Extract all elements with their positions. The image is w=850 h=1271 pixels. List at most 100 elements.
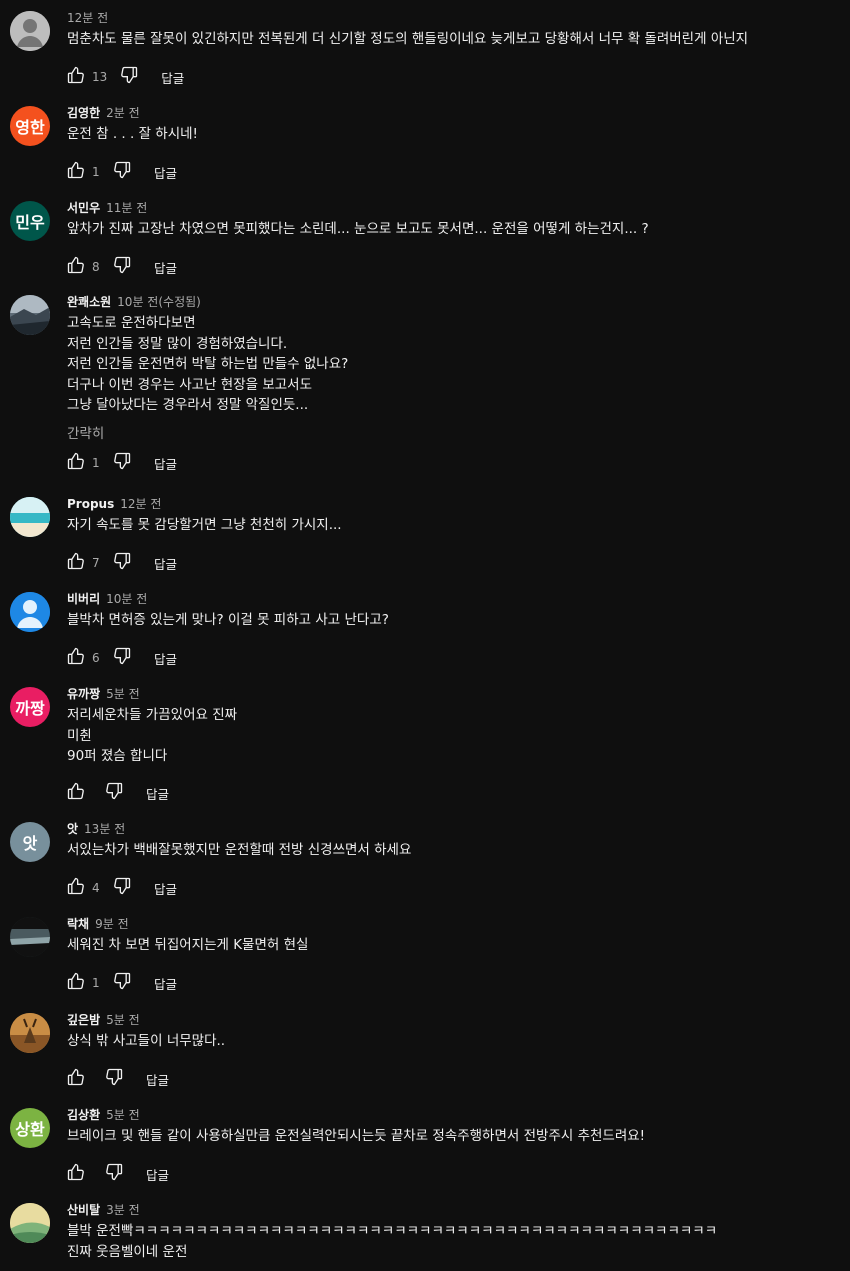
comment-header: 김영한 2분 전 [67, 104, 140, 121]
avatar[interactable] [10, 1203, 50, 1243]
dislike-button[interactable] [117, 65, 141, 89]
dislike-button[interactable] [102, 781, 126, 805]
comment-text-line: 블박 운전빡ㅋㅋㅋㅋㅋㅋㅋㅋㅋㅋㅋㅋㅋㅋㅋㅋㅋㅋㅋㅋㅋㅋㅋㅋㅋㅋㅋㅋㅋㅋㅋㅋㅋㅋ… [67, 1223, 718, 1239]
comment-header: 완쾌소원 10분 전(수정됨) [67, 293, 201, 310]
avatar[interactable] [10, 1013, 50, 1053]
comment-timestamp[interactable]: 11분 전 [106, 201, 147, 215]
thumbs-down-icon [104, 1162, 124, 1186]
comment-actions: 1 답글 [64, 451, 177, 475]
avatar[interactable]: 영한 [10, 106, 50, 146]
comment-timestamp[interactable]: 12분 전 [67, 11, 108, 25]
avatar[interactable]: 앗 [10, 822, 50, 862]
thumbs-up-icon [66, 876, 86, 900]
avatar[interactable]: 민우 [10, 201, 50, 241]
comment-timestamp[interactable]: 5분 전 [106, 1013, 140, 1027]
like-button[interactable] [64, 551, 88, 575]
comment-timestamp[interactable]: 9분 전 [95, 917, 129, 931]
author-name[interactable]: 깊은밤 [67, 1013, 100, 1027]
like-button[interactable] [64, 65, 88, 89]
dislike-button[interactable] [110, 160, 134, 184]
comment-timestamp[interactable]: 5분 전 [106, 687, 140, 701]
comment-text: 저리세운차들 가끔있어요 진짜 미췬 90퍼 졌슴 합니다 [67, 705, 237, 767]
like-button[interactable] [64, 876, 88, 900]
comment-actions: 1 답글 [64, 160, 177, 184]
author-name[interactable]: Propus [67, 497, 114, 511]
reply-button[interactable]: 답글 [154, 649, 177, 668]
comment-text-line: 더구나 이번 경우는 사고난 현장을 보고서도 [67, 376, 313, 393]
avatar[interactable]: 까짱 [10, 687, 50, 727]
author-name[interactable]: 비버리 [67, 592, 100, 606]
read-less-link[interactable]: 간략히 [67, 422, 104, 442]
dislike-button[interactable] [110, 451, 134, 475]
comment-timestamp[interactable]: 5분 전 [106, 1108, 140, 1122]
dislike-button[interactable] [102, 1162, 126, 1186]
thumbs-down-icon [112, 160, 132, 184]
comment-text: 블박차 면허증 있는게 맞나? 이걸 못 피하고 사고 난다고? [67, 610, 389, 631]
thumbs-down-icon [104, 781, 124, 805]
author-name[interactable]: 김영한 [67, 106, 100, 120]
comment-actions: 답글 [64, 781, 169, 805]
comment-text-line: 멈춘차도 물른 잘못이 있긴하지만 전복된게 더 신기할 정도의 핸들링이네요 … [67, 31, 749, 47]
reply-button[interactable]: 답글 [154, 163, 177, 182]
comment-timestamp[interactable]: 3분 전 [106, 1203, 140, 1217]
like-button[interactable] [64, 1162, 88, 1186]
avatar[interactable] [10, 11, 50, 51]
author-name[interactable]: 김상환 [67, 1108, 100, 1122]
comment-text-line: 미췬 [67, 727, 92, 744]
comment-header: 깊은밤 5분 전 [67, 1011, 140, 1028]
avatar[interactable] [10, 917, 50, 957]
comment-text-line: 서있는차가 백배잘못했지만 운전할때 전방 신경쓰면서 하세요 [67, 842, 412, 858]
like-button[interactable] [64, 451, 88, 475]
comment-actions: 4 답글 [64, 876, 177, 900]
thumbs-down-icon [112, 255, 132, 279]
like-count: 13 [92, 70, 108, 84]
author-name[interactable]: 락채 [67, 917, 89, 931]
comment-timestamp[interactable]: 13분 전 [84, 822, 125, 836]
avatar[interactable] [10, 592, 50, 632]
reply-button[interactable]: 답글 [146, 1165, 169, 1184]
comment-text: 상식 밖 사고들이 너무많다.. [67, 1031, 225, 1052]
comment-timestamp[interactable]: 10분 전 [117, 295, 158, 309]
avatar[interactable] [10, 497, 50, 537]
avatar-initials: 앗 [22, 834, 38, 853]
author-name[interactable]: 앗 [67, 822, 78, 836]
like-button[interactable] [64, 781, 88, 805]
reply-button[interactable]: 답글 [161, 68, 184, 87]
dislike-button[interactable] [110, 551, 134, 575]
like-button[interactable] [64, 646, 88, 670]
comment-text-line: 브레이크 및 핸들 같이 사용하실만큼 운전실력안되시는듯 끝차로 정속주행하면… [67, 1128, 646, 1144]
author-name[interactable]: 완쾌소원 [67, 295, 111, 309]
comment-header: 서민우 11분 전 [67, 199, 147, 216]
reply-button[interactable]: 답글 [154, 554, 177, 573]
comment-text: 멈춘차도 물른 잘못이 있긴하지만 전복된게 더 신기할 정도의 핸들링이네요 … [67, 29, 748, 50]
like-button[interactable] [64, 1067, 88, 1091]
reply-button[interactable]: 답글 [146, 1070, 169, 1089]
reply-button[interactable]: 답글 [154, 879, 177, 898]
thumbs-up-icon [66, 160, 86, 184]
avatar[interactable]: 상환 [10, 1108, 50, 1148]
reply-button[interactable]: 답글 [154, 454, 177, 473]
like-button[interactable] [64, 160, 88, 184]
comment-timestamp[interactable]: 10분 전 [106, 592, 147, 606]
author-name[interactable]: 서민우 [67, 201, 100, 215]
avatar[interactable] [10, 295, 50, 335]
reply-button[interactable]: 답글 [154, 258, 177, 277]
comment-text-line: 그냥 달아났다는 경우라서 정말 악질인듯... [67, 397, 309, 413]
thumbs-up-icon [66, 1162, 86, 1186]
reply-button[interactable]: 답글 [146, 784, 169, 803]
comment-timestamp[interactable]: 12분 전 [120, 497, 161, 511]
like-button[interactable] [64, 971, 88, 995]
like-button[interactable] [64, 255, 88, 279]
dislike-button[interactable] [102, 1067, 126, 1091]
dislike-button[interactable] [110, 255, 134, 279]
comment-text-line: 운전 참 . . . 잘 하시네! [67, 126, 198, 142]
dislike-button[interactable] [110, 876, 134, 900]
author-name[interactable]: 산비탈 [67, 1203, 100, 1217]
comment-text-line: 저리세운차들 가끔있어요 진짜 [67, 707, 238, 723]
dislike-button[interactable] [110, 646, 134, 670]
comment-timestamp[interactable]: 2분 전 [106, 106, 140, 120]
author-name[interactable]: 유까짱 [67, 687, 100, 701]
dislike-button[interactable] [110, 971, 134, 995]
reply-button[interactable]: 답글 [154, 974, 177, 993]
thumbs-up-icon [66, 255, 86, 279]
